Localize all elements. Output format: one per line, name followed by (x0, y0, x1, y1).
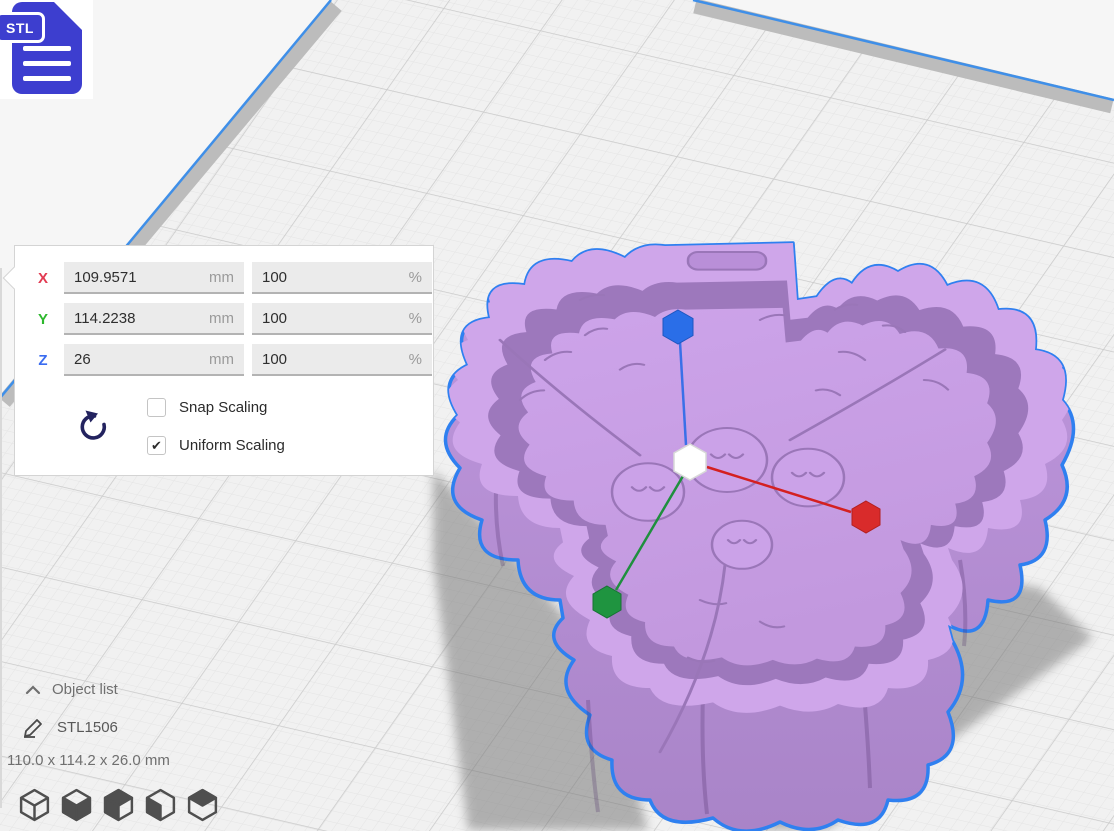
scale-x-mm-field: mm (64, 262, 244, 294)
unit-label: % (409, 351, 422, 368)
axis-z-label: Z (32, 352, 54, 369)
scale-z-mm-input[interactable] (74, 351, 184, 368)
scale-y-percent-field: % (252, 303, 432, 335)
scale-row-y: Y mm % (15, 303, 433, 335)
toolbar-edge-divider (0, 268, 2, 808)
reset-scale-button[interactable] (72, 409, 108, 445)
snap-scaling-checkbox[interactable] (147, 398, 166, 417)
scale-z-percent-input[interactable] (262, 351, 372, 368)
scale-x-mm-input[interactable] (74, 269, 184, 286)
scale-z-mm-field: mm (64, 344, 244, 376)
view-right-icon[interactable] (186, 787, 219, 822)
snap-scaling-option[interactable]: Snap Scaling (147, 398, 267, 417)
scale-y-percent-input[interactable] (262, 310, 372, 327)
reset-icon (72, 409, 108, 445)
scale-y-mm-input[interactable] (74, 310, 184, 327)
unit-label: % (409, 269, 422, 286)
pencil-icon[interactable] (21, 717, 47, 738)
uniform-scaling-option[interactable]: Uniform Scaling (147, 436, 285, 455)
stl-badge: STL (0, 12, 45, 43)
unit-label: mm (209, 269, 234, 286)
scale-x-percent-input[interactable] (262, 269, 372, 286)
cura-3d-slicer-window: { "file_icon": { "badge": "STL" }, "scal… (0, 0, 1114, 831)
scale-y-mm-field: mm (64, 303, 244, 335)
view-front-icon[interactable] (60, 787, 93, 822)
model-dimensions: 110.0 x 114.2 x 26.0 mm (7, 752, 170, 769)
object-list-header[interactable]: Object list (52, 681, 118, 698)
axis-x-label: X (32, 270, 54, 287)
scale-tool-panel: X mm % Y mm % Z mm % (14, 245, 434, 476)
unit-label: % (409, 310, 422, 327)
chevron-up-icon[interactable] (24, 684, 42, 696)
view-top-icon[interactable] (102, 787, 135, 822)
camera-view-toolbar (18, 787, 219, 822)
snap-scaling-label: Snap Scaling (179, 399, 267, 416)
object-list-item-name[interactable]: STL1506 (57, 719, 118, 736)
view-left-icon[interactable] (144, 787, 177, 822)
uniform-scaling-checkbox[interactable] (147, 436, 166, 455)
scale-x-percent-field: % (252, 262, 432, 294)
view-3d-icon[interactable] (18, 787, 51, 822)
scale-z-percent-field: % (252, 344, 432, 376)
stl-file-icon: STL (0, 0, 93, 99)
scale-row-z: Z mm % (15, 344, 433, 376)
unit-label: mm (209, 310, 234, 327)
unit-label: mm (209, 351, 234, 368)
axis-y-label: Y (32, 311, 54, 328)
uniform-scaling-label: Uniform Scaling (179, 437, 285, 454)
scale-row-x: X mm % (15, 262, 433, 294)
